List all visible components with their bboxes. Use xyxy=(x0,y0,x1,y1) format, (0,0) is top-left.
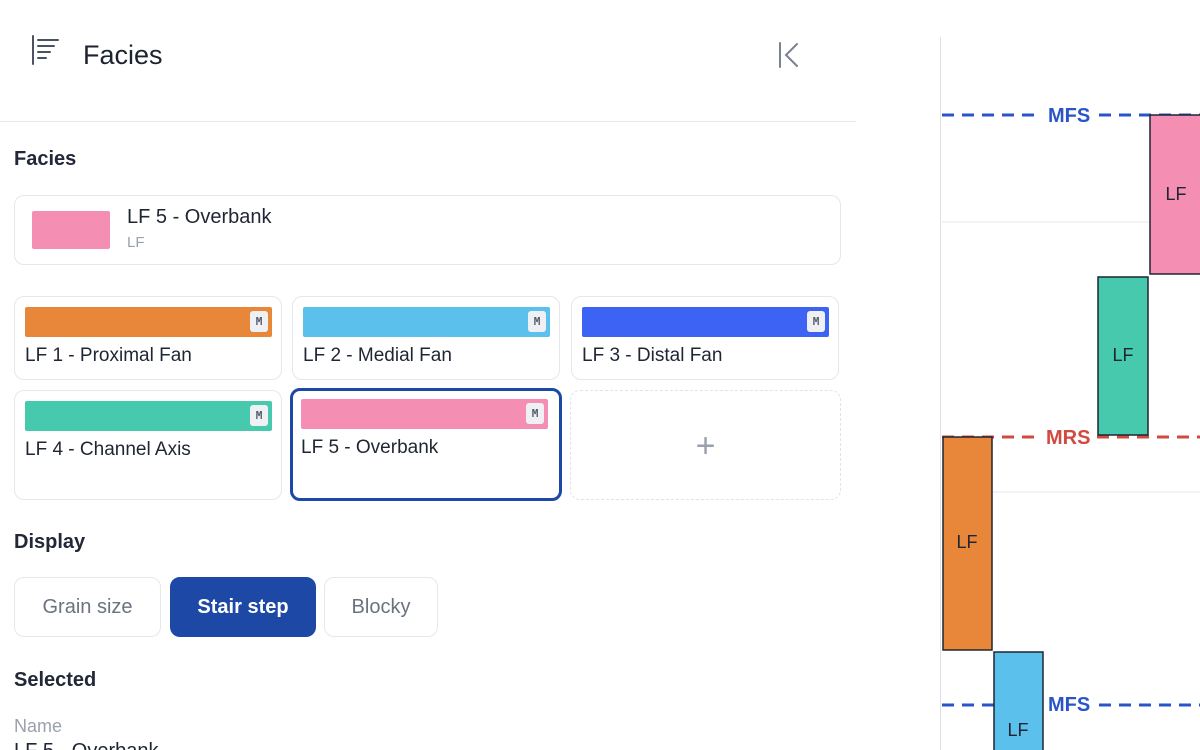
facies-card-label: LF 1 - Proximal Fan xyxy=(25,345,192,366)
list-align-icon xyxy=(32,35,59,65)
plus-icon: + xyxy=(695,427,716,465)
display-blocky-button[interactable]: Blocky xyxy=(324,577,438,637)
facies-color-bar: M xyxy=(25,307,272,337)
mfs-surface-label: MFS xyxy=(1048,694,1090,716)
facies-color-bar: M xyxy=(582,307,829,337)
facies-color-bar: M xyxy=(25,401,272,431)
facies-block-label: LF xyxy=(1165,184,1186,204)
log-canvas: MFS MRS MFS LF LF LF LF xyxy=(942,105,1200,750)
selected-facies-name: LF 5 - Overbank xyxy=(127,206,272,228)
facies-badge: M xyxy=(526,403,544,424)
facies-badge: M xyxy=(528,311,546,332)
name-field-value: LF 5 - Overbank xyxy=(14,740,159,750)
selected-facies-box: LF 5 - Overbank LF xyxy=(14,195,841,265)
facies-card-label: LF 5 - Overbank xyxy=(301,437,439,458)
facies-card-label: LF 3 - Distal Fan xyxy=(582,345,723,366)
facies-card-label: LF 2 - Medial Fan xyxy=(303,345,452,366)
facies-panel: Facies Facies LF 5 - Overbank LF M LF 1 … xyxy=(0,0,856,750)
stratigraphic-log-chart[interactable]: MFS MRS MFS LF LF LF LF xyxy=(940,37,1200,750)
facies-card-lf1[interactable]: M LF 1 - Proximal Fan xyxy=(14,296,282,380)
facies-card-lf3[interactable]: M LF 3 - Distal Fan xyxy=(571,296,839,380)
collapse-left-icon[interactable] xyxy=(772,38,806,72)
name-field-label: Name xyxy=(14,716,63,736)
facies-card-lf4[interactable]: M LF 4 - Channel Axis xyxy=(14,390,282,500)
facies-badge: M xyxy=(250,405,268,426)
facies-card-label: LF 4 - Channel Axis xyxy=(25,439,191,460)
display-grain-size-button[interactable]: Grain size xyxy=(14,577,161,637)
display-section-label: Display xyxy=(14,531,86,553)
facies-section-label: Facies xyxy=(14,148,77,170)
facies-card-lf5[interactable]: M LF 5 - Overbank xyxy=(290,388,562,501)
facies-block-label: LF xyxy=(1007,720,1028,740)
mrs-surface-label: MRS xyxy=(1046,427,1090,449)
facies-color-bar: M xyxy=(303,307,550,337)
display-stair-step-button[interactable]: Stair step xyxy=(170,577,316,637)
add-facies-button[interactable]: + xyxy=(570,390,841,500)
facies-badge: M xyxy=(250,311,268,332)
facies-color-bar: M xyxy=(301,399,548,429)
facies-block-label: LF xyxy=(1112,345,1133,365)
facies-card-lf2[interactable]: M LF 2 - Medial Fan xyxy=(292,296,560,380)
panel-header: Facies xyxy=(0,0,856,122)
selected-section-label: Selected xyxy=(14,669,97,691)
selected-facies-code: LF xyxy=(127,234,145,251)
mfs-surface-label: MFS xyxy=(1048,105,1090,127)
selected-facies-swatch xyxy=(32,211,110,249)
facies-badge: M xyxy=(807,311,825,332)
facies-block-label: LF xyxy=(956,532,977,552)
panel-title: Facies xyxy=(83,40,163,70)
